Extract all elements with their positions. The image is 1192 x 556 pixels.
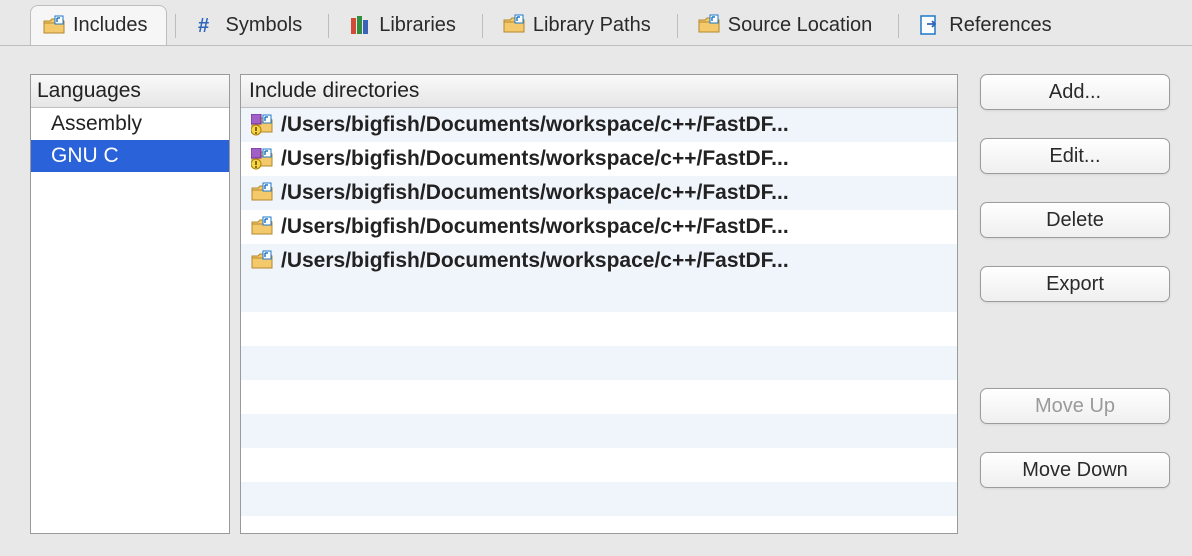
folder-icon: [251, 250, 273, 272]
language-item[interactable]: GNU C: [31, 140, 229, 172]
languages-panel: Languages AssemblyGNU C: [30, 74, 230, 534]
books-icon: [349, 14, 371, 36]
include-dir-path: /Users/bigfish/Documents/workspace/c++/F…: [281, 181, 947, 205]
include-dir-row[interactable]: /Users/bigfish/Documents/workspace/c++/F…: [241, 108, 957, 142]
content-area: Languages AssemblyGNU C Include director…: [0, 46, 1192, 556]
language-item[interactable]: Assembly: [31, 108, 229, 140]
folder-icon: [251, 182, 273, 204]
include-dirs-panel: Include directories /Users/bigfish/Docum…: [240, 74, 958, 534]
tab-label: References: [949, 14, 1051, 37]
delete-button[interactable]: Delete: [980, 202, 1170, 238]
tab-separator: [898, 14, 899, 38]
tab-library-paths[interactable]: Library Paths: [491, 5, 669, 45]
include-dir-row[interactable]: /Users/bigfish/Documents/workspace/c++/F…: [241, 210, 957, 244]
languages-header: Languages: [31, 75, 229, 108]
include-dirs-list[interactable]: /Users/bigfish/Documents/workspace/c++/F…: [241, 108, 957, 533]
tab-includes[interactable]: Includes: [30, 5, 167, 45]
includes-icon: [43, 15, 65, 37]
folder-icon: [503, 14, 525, 36]
move-down-button[interactable]: Move Down: [980, 452, 1170, 488]
folder-warning-icon: [251, 148, 273, 170]
tab-separator: [677, 14, 678, 38]
tab-libraries[interactable]: Libraries: [337, 5, 474, 45]
include-dir-path: /Users/bigfish/Documents/workspace/c++/F…: [281, 249, 947, 273]
tab-label: Symbols: [226, 14, 303, 37]
tab-separator: [175, 14, 176, 38]
tab-source-location[interactable]: Source Location: [686, 5, 891, 45]
include-dirs-header: Include directories: [241, 75, 957, 108]
include-dir-path: /Users/bigfish/Documents/workspace/c++/F…: [281, 215, 947, 239]
edit-button[interactable]: Edit...: [980, 138, 1170, 174]
languages-list[interactable]: AssemblyGNU C: [31, 108, 229, 533]
reference-icon: [919, 14, 941, 36]
tab-separator: [328, 14, 329, 38]
include-dir-row[interactable]: /Users/bigfish/Documents/workspace/c++/F…: [241, 142, 957, 176]
tab-label: Library Paths: [533, 14, 651, 37]
folder-warning-icon: [251, 114, 273, 136]
action-buttons: Add... Edit... Delete Export Move Up Mov…: [968, 74, 1178, 542]
tab-symbols[interactable]: Symbols: [184, 5, 321, 45]
move-up-button[interactable]: Move Up: [980, 388, 1170, 424]
tab-separator: [482, 14, 483, 38]
include-dir-path: /Users/bigfish/Documents/workspace/c++/F…: [281, 147, 947, 171]
hash-icon: [196, 14, 218, 36]
tab-label: Includes: [73, 14, 148, 37]
folder-icon: [698, 14, 720, 36]
tab-label: Source Location: [728, 14, 873, 37]
export-button[interactable]: Export: [980, 266, 1170, 302]
tab-references[interactable]: References: [907, 5, 1069, 45]
add-button[interactable]: Add...: [980, 74, 1170, 110]
include-dir-row[interactable]: /Users/bigfish/Documents/workspace/c++/F…: [241, 176, 957, 210]
tab-bar: Includes Symbols Libraries Library Paths…: [0, 0, 1192, 46]
tab-label: Libraries: [379, 14, 456, 37]
folder-icon: [251, 216, 273, 238]
include-dir-row[interactable]: /Users/bigfish/Documents/workspace/c++/F…: [241, 244, 957, 278]
include-dir-path: /Users/bigfish/Documents/workspace/c++/F…: [281, 113, 947, 137]
